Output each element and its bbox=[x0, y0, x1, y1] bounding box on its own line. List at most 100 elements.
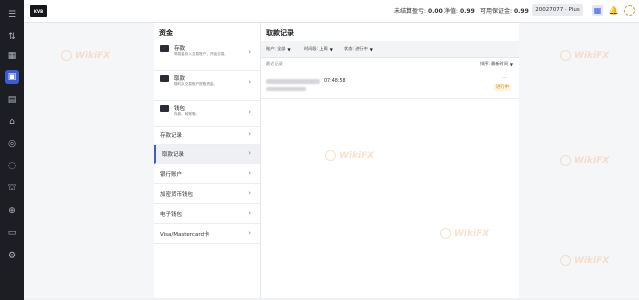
watermark-text: WikiFX bbox=[75, 50, 111, 61]
unrealized-label: 未结算盈亏: bbox=[394, 8, 427, 15]
filter-status[interactable]: 状态: 进行中 ▼ bbox=[344, 45, 373, 53]
equity: 净值: 0.99 bbox=[444, 6, 475, 15]
filter-period[interactable]: 时间段: 上周 ▼ bbox=[304, 45, 333, 53]
sort-selector[interactable]: 排序: 最新时间 ▼ bbox=[480, 61, 513, 67]
top-bar: KVB 未结算盈亏: 0.00 净值: 0.99 可用保证金: 0.99 200… bbox=[24, 0, 639, 23]
unrealized-value: 0.00 bbox=[427, 8, 443, 15]
watermark: WikiFX bbox=[61, 50, 110, 61]
menu-item-deposit-history[interactable]: 存款记录 › bbox=[154, 126, 260, 145]
more-icon[interactable]: ··· bbox=[502, 75, 507, 81]
caret-down-icon: ▼ bbox=[509, 61, 513, 67]
wallet-desc: 存款、转账等。 bbox=[174, 112, 200, 116]
chat-icon[interactable]: ◌ bbox=[5, 159, 19, 173]
watermark-logo-icon bbox=[560, 255, 571, 266]
watermark-logo-icon bbox=[440, 228, 451, 239]
market-icon[interactable]: ⇅ bbox=[5, 30, 19, 44]
sort-label: 排序: 最新时间 bbox=[480, 61, 508, 66]
watermark-text: WikiFX bbox=[454, 228, 490, 239]
chevron-right-icon: › bbox=[248, 229, 251, 237]
menu-item-label: Visa/Mastercard卡 bbox=[160, 232, 210, 238]
menu-item-label: 取款记录 bbox=[162, 152, 185, 158]
gift-icon[interactable]: ⌂ bbox=[5, 115, 19, 129]
caret-down-icon: ▼ bbox=[329, 46, 333, 52]
withdraw-action[interactable]: 取款 随时从交易账户提取资金。 › bbox=[154, 71, 260, 101]
watermark: WikiFX bbox=[560, 255, 609, 266]
wallet-action[interactable]: 钱包 存款、转账等。 › bbox=[154, 101, 260, 127]
status-badge: 进行中 bbox=[493, 84, 511, 91]
wallet-icon bbox=[160, 105, 169, 112]
free-margin-value: 0.99 bbox=[513, 8, 529, 15]
menu-item-cards[interactable]: Visa/Mastercard卡 › bbox=[154, 225, 260, 244]
table-row[interactable]: 07:48:58 ··· 进行中 bbox=[261, 72, 519, 99]
menu-icon[interactable]: ☰ bbox=[5, 8, 19, 22]
deposit-title: 存款 bbox=[174, 46, 186, 52]
account-selector[interactable]: 20027077 · Plus bbox=[532, 4, 583, 16]
equity-label: 净值: bbox=[444, 8, 459, 15]
watermark-logo-icon bbox=[325, 150, 336, 161]
unrealized-pnl: 未结算盈亏: 0.00 bbox=[394, 6, 443, 15]
watermark-logo-icon bbox=[560, 155, 571, 166]
withdrawal-records-panel: 取款记录 账户: 全部 ▼ 时间段: 上周 ▼ 状态: 进行中 ▼ 最近记录 排… bbox=[261, 23, 519, 298]
wallet-title: 钱包 bbox=[174, 106, 186, 112]
menu-item-ewallets[interactable]: 电子钱包 › bbox=[154, 205, 260, 224]
menu-item-label: 电子钱包 bbox=[160, 212, 183, 218]
wallet-icon[interactable]: ▣ bbox=[5, 70, 19, 84]
filter-bar: 账户: 全部 ▼ 时间段: 上周 ▼ 状态: 进行中 ▼ bbox=[261, 41, 519, 58]
filter-label: 账户: 全部 bbox=[266, 46, 286, 51]
watermark: WikiFX bbox=[560, 50, 609, 61]
equity-value: 0.99 bbox=[459, 8, 475, 15]
deposit-action[interactable]: 存款 简易金存入交易账户，开始交易。 › bbox=[154, 41, 260, 71]
menu-item-label: 加密货币钱包 bbox=[160, 192, 194, 198]
withdraw-title: 取款 bbox=[174, 76, 186, 82]
deposit-desc: 简易金存入交易账户，开始交易。 bbox=[174, 52, 228, 56]
menu-item-label: 银行账户 bbox=[160, 172, 183, 178]
withdraw-desc: 随时从交易账户提取资金。 bbox=[174, 82, 218, 86]
records-header: 最近记录 bbox=[266, 61, 283, 66]
watermark-text: WikiFX bbox=[574, 255, 610, 266]
watermark-logo-icon bbox=[61, 50, 72, 61]
bell-icon[interactable]: 🔔 bbox=[608, 5, 619, 16]
funds-menu: 资金 存款 简易金存入交易账户，开始交易。 › 取款 随时从交易账户提取资金。 … bbox=[154, 23, 261, 298]
calendar-icon[interactable]: ▤ bbox=[5, 93, 19, 107]
record-time: 07:48:58 bbox=[324, 79, 346, 84]
globe-icon[interactable]: ◎ bbox=[5, 137, 19, 151]
watermark-logo-icon bbox=[560, 50, 571, 61]
caret-down-icon: ▼ bbox=[369, 46, 373, 52]
caret-down-icon: ▼ bbox=[287, 46, 291, 52]
watermark: WikiFX bbox=[325, 150, 374, 161]
chevron-right-icon: › bbox=[248, 209, 251, 217]
page-title: 取款记录 bbox=[266, 29, 294, 37]
brand-logo: KVB bbox=[30, 5, 47, 17]
download-icon[interactable]: ⊕ bbox=[5, 204, 19, 218]
watermark: WikiFX bbox=[440, 228, 489, 239]
apps-icon[interactable]: ▦ bbox=[592, 5, 603, 16]
menu-item-withdraw-history[interactable]: 取款记录 › bbox=[154, 145, 260, 164]
avatar[interactable] bbox=[624, 5, 635, 16]
chevron-right-icon: › bbox=[248, 78, 251, 86]
settings-icon[interactable]: ⚙ bbox=[5, 249, 19, 263]
chevron-right-icon: › bbox=[248, 130, 251, 138]
chevron-right-icon: › bbox=[248, 149, 251, 157]
menu-item-crypto-wallets[interactable]: 加密货币钱包 › bbox=[154, 185, 260, 204]
menu-item-bank-accounts[interactable]: 银行账户 › bbox=[154, 165, 260, 184]
left-blank-area bbox=[24, 23, 154, 298]
filter-label: 状态: 进行中 bbox=[344, 46, 368, 51]
menu-title: 资金 bbox=[159, 29, 173, 37]
filter-label: 时间段: 上周 bbox=[304, 46, 328, 51]
menu-item-label: 存款记录 bbox=[160, 133, 183, 139]
chevron-right-icon: › bbox=[248, 169, 251, 177]
withdraw-icon bbox=[160, 75, 169, 82]
watermark-text: WikiFX bbox=[574, 155, 610, 166]
chevron-right-icon: › bbox=[248, 189, 251, 197]
watermark-text: WikiFX bbox=[339, 150, 375, 161]
watermark-text: WikiFX bbox=[574, 50, 610, 61]
book-icon[interactable]: ▭ bbox=[5, 226, 19, 240]
free-margin-label: 可用保证金: bbox=[480, 8, 513, 15]
filter-account[interactable]: 账户: 全部 ▼ bbox=[266, 45, 291, 53]
bank-icon[interactable]: ⛫ bbox=[5, 181, 19, 195]
free-margin: 可用保证金: 0.99 bbox=[480, 6, 529, 15]
grid-icon[interactable]: ▦ bbox=[5, 49, 19, 63]
left-nav-rail: ☰ ⇅ ▦ ▣ ▤ ⌂ ◎ ◌ ⛫ ⊕ ▭ ⚙ bbox=[0, 0, 24, 300]
deposit-icon bbox=[160, 45, 169, 52]
redacted-details bbox=[266, 87, 306, 91]
